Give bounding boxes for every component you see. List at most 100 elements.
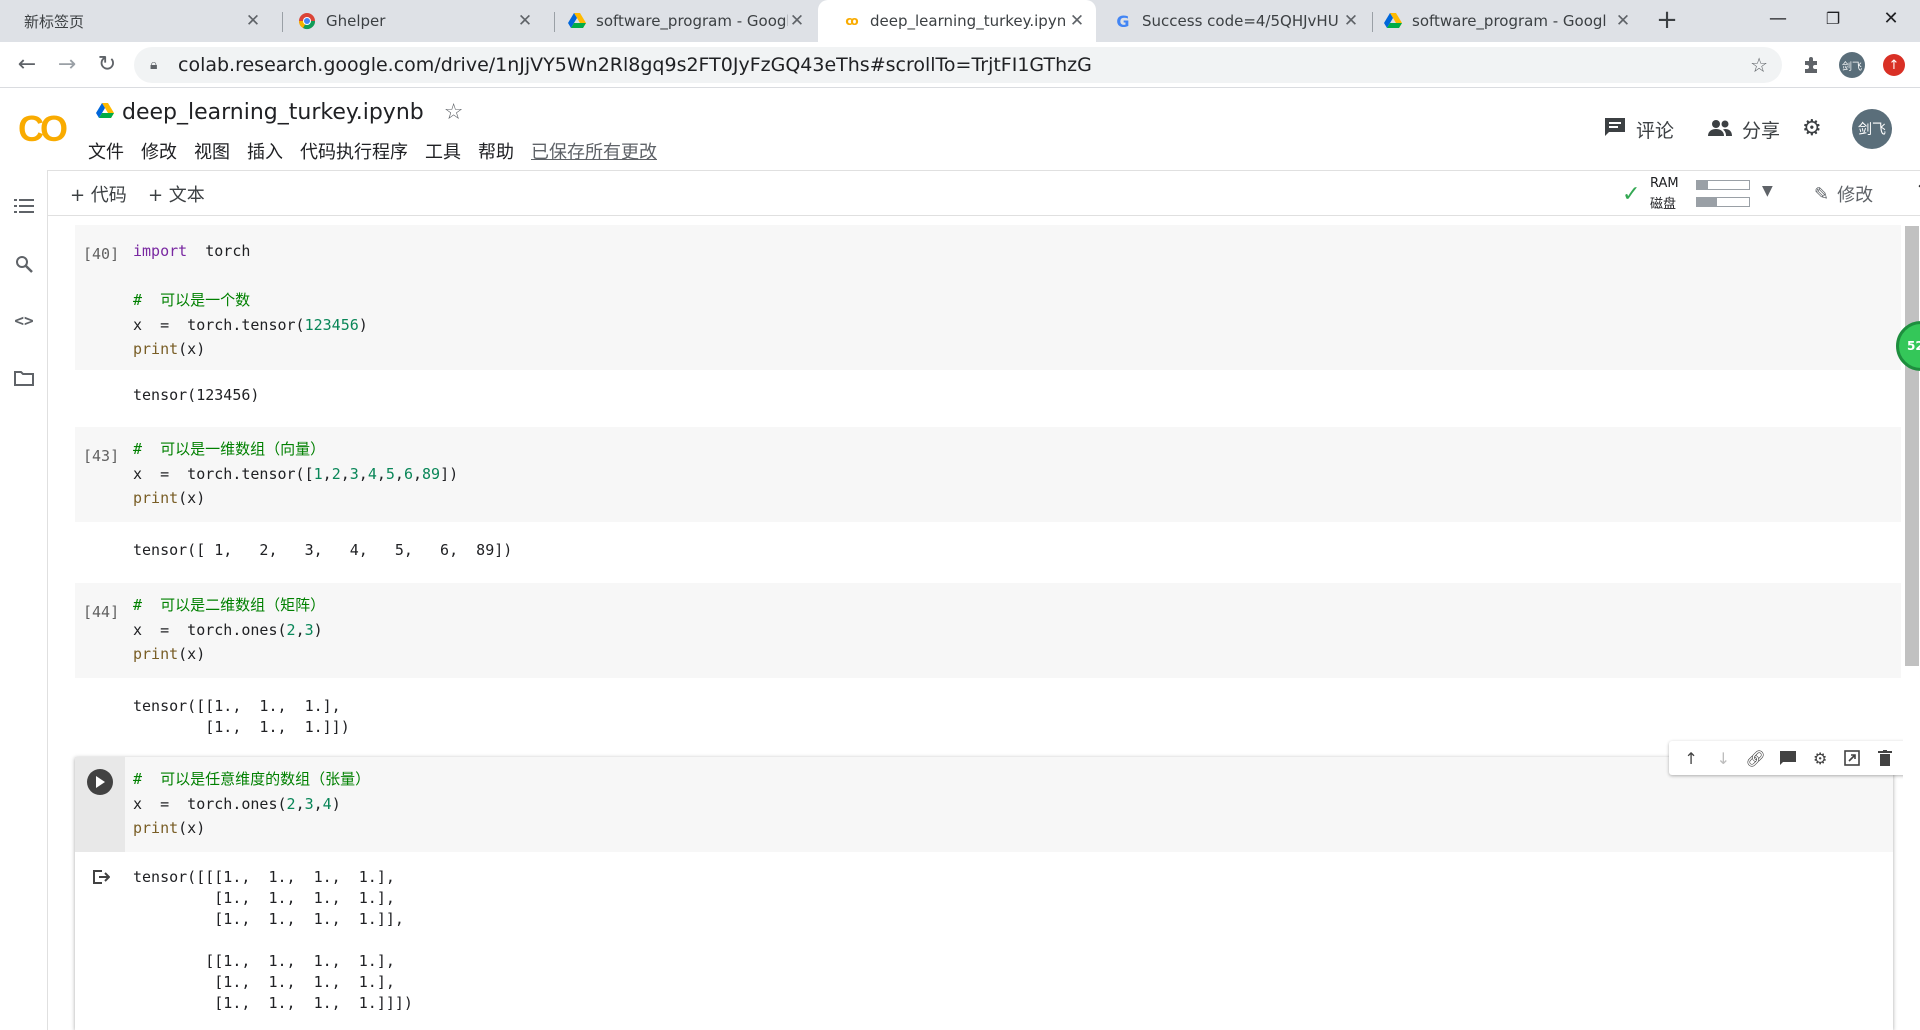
browser-tab[interactable]: Ghelper ✕ — [272, 0, 544, 42]
table-of-contents-icon[interactable] — [10, 192, 38, 220]
add-code-button[interactable]: + 代码 — [70, 181, 127, 207]
menu-runtime[interactable]: 代码执行程序 — [300, 138, 408, 164]
search-icon[interactable] — [10, 250, 38, 278]
forward-icon[interactable]: → — [52, 50, 82, 80]
cell-settings-gear-icon[interactable]: ⚙ — [1808, 746, 1832, 770]
notebook-title[interactable]: deep_learning_turkey.ipynb — [122, 100, 424, 125]
code-line: print(x) — [133, 340, 206, 358]
tab-title: software_program - Googl — [596, 12, 788, 30]
close-tab-icon[interactable]: ✕ — [516, 11, 534, 31]
colab-header: CO deep_learning_turkey.ipynb ☆ 文件 修改 视图… — [0, 88, 1920, 170]
menu-tools[interactable]: 工具 — [425, 138, 461, 164]
mirror-cell-icon[interactable] — [1840, 746, 1864, 770]
resource-monitor[interactable]: ✓ RAM 磁盘 — [1622, 175, 1762, 212]
play-icon — [96, 776, 105, 788]
browser-tab[interactable]: software_program - Googl ✕ — [1372, 0, 1642, 42]
cell-input[interactable]: [43] # 可以是一维数组（向量） x = torch.tensor([1,2… — [75, 427, 1901, 522]
run-cell-button[interactable] — [87, 769, 113, 795]
browser-tab-active[interactable]: co deep_learning_turkey.ipyn ✕ — [818, 0, 1096, 42]
tab-title: 新标签页 — [24, 12, 85, 31]
collapse-header-icon[interactable]: ⌃ — [1914, 179, 1920, 204]
menu-view[interactable]: 视图 — [194, 138, 230, 164]
code-editor[interactable]: # 可以是任意维度的数组（张量） x = torch.ones(2,3,4) p… — [133, 767, 370, 841]
delete-icon[interactable] — [1873, 746, 1897, 770]
menu-edit[interactable]: 修改 — [141, 138, 177, 164]
scrollbar-thumb[interactable] — [1905, 226, 1919, 666]
account-avatar[interactable]: 剑飞 — [1852, 109, 1892, 149]
cell-input[interactable]: [40] import torch # 可以是一个数 x = torch.ten… — [75, 225, 1901, 370]
close-tab-icon[interactable]: ✕ — [1068, 11, 1086, 31]
menu-insert[interactable]: 插入 — [247, 138, 283, 164]
code-line: x = torch.tensor(123456) — [133, 315, 368, 334]
execution-count: [43] — [83, 447, 120, 465]
output-redirect-icon[interactable] — [92, 869, 111, 889]
code-line: print(x) — [133, 489, 206, 507]
window-close-icon[interactable]: ✕ — [1871, 4, 1911, 34]
menu-help[interactable]: 帮助 — [478, 138, 514, 164]
chevron-down-icon[interactable]: ▼ — [1762, 183, 1773, 199]
ram-usage-bar — [1696, 180, 1750, 190]
new-tab-button[interactable]: + — [1654, 7, 1680, 34]
code-editor[interactable]: import torch # 可以是一个数 x = torch.tensor(1… — [133, 239, 368, 362]
move-down-icon[interactable]: ↓ — [1711, 746, 1735, 770]
browser-tab[interactable]: G Success code=4/5QHJvHU ✕ — [1098, 0, 1370, 42]
back-icon[interactable]: ← — [12, 50, 42, 80]
cell-input[interactable]: # 可以是任意维度的数组（张量） x = torch.ones(2,3,4) p… — [75, 757, 1893, 852]
browser-tab[interactable]: software_program - Googl ✕ — [544, 0, 816, 42]
menu-file[interactable]: 文件 — [88, 138, 124, 164]
colab-icon: co — [845, 14, 858, 28]
google-drive-icon[interactable] — [96, 100, 114, 125]
minimize-icon[interactable]: — — [1758, 4, 1798, 34]
code-line: print(x) — [133, 819, 206, 837]
output-line: [1., 1., 1., 1.]]]) — [133, 994, 413, 1012]
add-comment-icon[interactable] — [1776, 746, 1800, 770]
menu-bar: 文件 修改 视图 插入 代码执行程序 工具 帮助 已保存所有更改 — [88, 138, 674, 164]
browser-tab[interactable]: 新标签页 ✕ — [0, 0, 272, 42]
execution-count: [40] — [83, 245, 120, 263]
comment-button[interactable]: 评论 — [1604, 116, 1674, 143]
code-line: # 可以是一个数 — [133, 291, 251, 309]
google-drive-icon — [568, 12, 586, 30]
output-line: tensor(123456) — [133, 386, 260, 404]
restore-icon[interactable]: ❐ — [1813, 4, 1853, 34]
close-tab-icon[interactable]: ✕ — [788, 11, 806, 31]
code-snippets-icon[interactable]: <> — [10, 306, 38, 334]
close-tab-icon[interactable]: ✕ — [244, 11, 262, 31]
link-icon[interactable]: 🔗︎ — [1744, 746, 1768, 770]
update-alert-icon[interactable]: ↑ — [1880, 51, 1908, 79]
cell-actions-toolbar: ↑ ↓ 🔗︎ ⚙ ⋮ — [1669, 741, 1903, 775]
extensions-icon[interactable] — [1798, 51, 1826, 79]
move-up-icon[interactable]: ↑ — [1679, 746, 1703, 770]
share-button[interactable]: 分享 — [1708, 116, 1780, 143]
code-cell[interactable]: [43] # 可以是一维数组（向量） x = torch.tensor([1,2… — [75, 427, 1901, 559]
colab-logo[interactable]: CO — [18, 108, 68, 150]
edit-label: 修改 — [1837, 185, 1874, 206]
address-bar[interactable]: 🔒︎ colab.research.google.com/drive/1nJjV… — [134, 47, 1782, 83]
output-line: [[1., 1., 1., 1.], — [133, 952, 395, 970]
cell-input[interactable]: [44] # 可以是二维数组（矩阵） x = torch.ones(2,3) p… — [75, 583, 1901, 678]
star-icon[interactable]: ☆ — [444, 100, 464, 125]
settings-gear-icon[interactable]: ⚙ — [1802, 116, 1822, 141]
saved-status[interactable]: 已保存所有更改 — [531, 138, 657, 164]
code-cell[interactable]: [44] # 可以是二维数组（矩阵） x = torch.ones(2,3) p… — [75, 583, 1901, 736]
profile-avatar[interactable]: 剑飞 — [1838, 51, 1866, 79]
folder-icon[interactable] — [10, 364, 38, 392]
active-code-cell[interactable]: # 可以是任意维度的数组（张量） x = torch.ones(2,3,4) p… — [75, 757, 1893, 1030]
browser-tab-strip: 新标签页 ✕ Ghelper ✕ software_program - Goog… — [0, 0, 1920, 42]
code-line: import torch — [133, 242, 251, 260]
code-line: # 可以是一维数组（向量） — [133, 440, 326, 458]
cell-output: tensor(123456) — [133, 385, 259, 406]
code-editor[interactable]: # 可以是二维数组（矩阵） x = torch.ones(2,3) print(… — [133, 593, 325, 667]
edit-mode-button[interactable]: ✎ 修改 — [1814, 181, 1873, 207]
code-editor[interactable]: # 可以是一维数组（向量） x = torch.tensor([1,2,3,4,… — [133, 437, 458, 511]
bookmark-star-icon[interactable]: ☆ — [1750, 53, 1768, 77]
cell-gutter — [75, 757, 125, 852]
code-cell[interactable]: [40] import torch # 可以是一个数 x = torch.ten… — [75, 225, 1901, 404]
cell-output: tensor([[1., 1., 1.], [1., 1., 1.]]) — [133, 696, 350, 738]
close-tab-icon[interactable]: ✕ — [1614, 11, 1632, 31]
add-text-button[interactable]: + 文本 — [148, 181, 205, 207]
close-tab-icon[interactable]: ✕ — [1342, 11, 1360, 31]
output-line: tensor([ 1, 2, 3, 4, 5, 6, 89]) — [133, 541, 513, 559]
reload-icon[interactable]: ↻ — [92, 50, 122, 80]
